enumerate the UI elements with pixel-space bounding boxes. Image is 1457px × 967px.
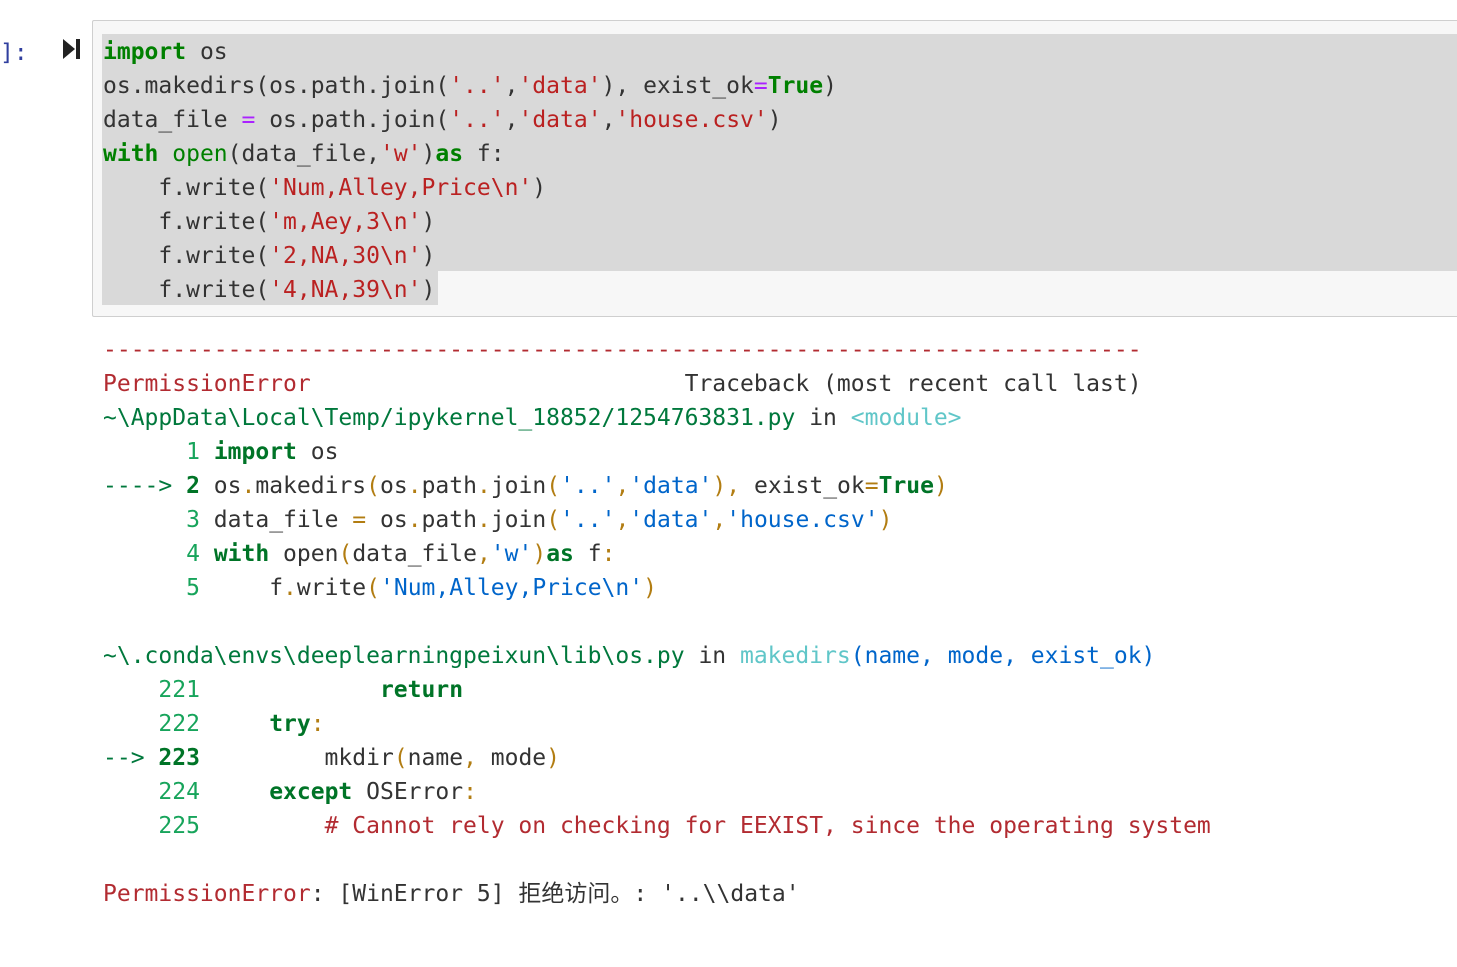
line-number: 225 <box>158 813 200 839</box>
frame-func: <module> <box>850 405 962 431</box>
frame-in: in <box>684 643 740 669</box>
traceback-line: 225 # Cannot rely on checking for EEXIST… <box>103 813 1211 839</box>
line-marker: --> <box>103 745 159 771</box>
traceback-line: 4 with open(data_file,'w')as f: <box>103 541 615 567</box>
frame-in: in <box>795 405 851 431</box>
cell-prompt: ]: <box>0 40 28 66</box>
traceback-line: 1 import os <box>103 439 338 465</box>
line-number: 221 <box>158 677 200 703</box>
line-code: except OSError: <box>269 779 477 805</box>
line-number: 1 <box>186 439 200 465</box>
line-code: f.write('Num,Alley,Price\n') <box>199 575 657 601</box>
code-line: data_file = os.path.join('..','data','ho… <box>103 107 782 133</box>
traceback-separator: ----------------------------------------… <box>103 337 1142 363</box>
frame-path: ~\AppData\Local\Temp/ipykernel_18852/125… <box>103 405 796 431</box>
final-error-message: : [WinError 5] 拒绝访问。: '..\\data' <box>310 881 800 907</box>
final-error-name: PermissionError <box>103 881 311 907</box>
code-line: with open(data_file,'w')as f: <box>103 141 505 167</box>
line-code: try: <box>269 711 325 737</box>
code-line: f.write('Num,Alley,Price\n') <box>103 175 547 201</box>
traceback-output: ----------------------------------------… <box>103 333 1211 911</box>
frame-path: ~\.conda\envs\deeplearningpeixun\lib\os.… <box>103 643 685 669</box>
line-number: 4 <box>186 541 200 567</box>
error-name: PermissionError <box>103 371 311 397</box>
code-line: import os <box>103 39 228 65</box>
line-code: data_file = os.path.join('..','data','ho… <box>199 507 893 533</box>
line-marker <box>103 541 186 567</box>
line-marker <box>103 677 158 703</box>
line-code: import os <box>213 439 339 465</box>
line-code: # Cannot rely on checking for EEXIST, si… <box>324 813 1211 839</box>
line-marker <box>103 813 158 839</box>
line-number: 222 <box>158 711 200 737</box>
code-line: f.write('m,Aey,3\n') <box>103 209 436 235</box>
line-number: 223 <box>158 745 200 771</box>
line-marker <box>103 439 186 465</box>
code-line: f.write('4,NA,39\n') <box>103 277 436 303</box>
traceback-line: 3 data_file = os.path.join('..','data','… <box>103 507 892 533</box>
line-code: return <box>379 677 464 703</box>
line-number: 224 <box>158 779 200 805</box>
traceback-line: 221 return <box>103 677 463 703</box>
line-number: 5 <box>186 575 200 601</box>
line-number: 3 <box>186 507 200 533</box>
frame-func: makedirs <box>739 643 851 669</box>
code-line: f.write('2,NA,30\n') <box>103 243 436 269</box>
traceback-line: 224 except OSError: <box>103 779 477 805</box>
line-code: with open(data_file,'w')as f: <box>213 541 616 567</box>
traceback-line: ----> 2 os.makedirs(os.path.join('..','d… <box>103 473 948 499</box>
line-marker: ----> <box>103 473 187 499</box>
traceback-header: Traceback (most recent call last) <box>684 371 1142 397</box>
line-code: os.makedirs(os.path.join('..','data'), e… <box>199 473 948 499</box>
code-line: os.makedirs(os.path.join('..','data'), e… <box>103 73 837 99</box>
traceback-line: --> 223 mkdir(name, mode) <box>103 745 560 771</box>
line-number: 2 <box>186 473 200 499</box>
code-editor[interactable]: import os os.makedirs(os.path.join('..',… <box>103 35 837 307</box>
line-code: mkdir(name, mode) <box>199 745 561 771</box>
line-marker <box>103 507 186 533</box>
line-marker <box>103 711 158 737</box>
traceback-line: 222 try: <box>103 711 325 737</box>
traceback-line: 5 f.write('Num,Alley,Price\n') <box>103 575 657 601</box>
run-cell-icon[interactable] <box>62 37 82 61</box>
line-marker <box>103 779 158 805</box>
frame-args: (name, mode, exist_ok) <box>850 643 1156 669</box>
line-marker <box>103 575 186 601</box>
